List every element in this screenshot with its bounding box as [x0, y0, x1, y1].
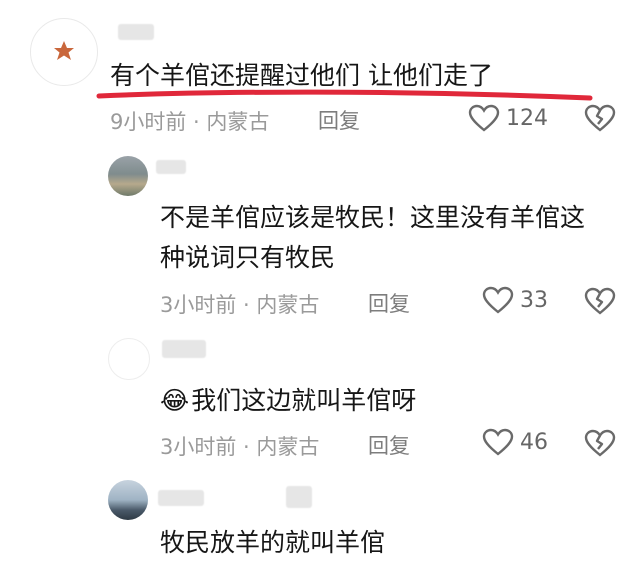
heart-outline-icon — [482, 286, 514, 314]
like-button[interactable]: 124 — [468, 104, 548, 132]
username-blurred — [286, 486, 312, 508]
broken-heart-icon[interactable] — [584, 287, 616, 315]
username-blurred — [156, 160, 186, 174]
broken-heart-icon[interactable] — [584, 104, 616, 132]
reply-button[interactable]: 回复 — [368, 430, 410, 460]
reply-button[interactable]: 回复 — [368, 288, 410, 318]
comment-text: 我们这边就叫羊倌呀 — [191, 386, 417, 415]
username-blurred — [118, 24, 154, 40]
like-count: 46 — [520, 429, 548, 455]
like-button[interactable]: 46 — [482, 428, 548, 456]
avatar[interactable] — [108, 480, 148, 520]
comment-meta: 9小时前 · 内蒙古 — [110, 110, 270, 134]
like-button[interactable]: 33 — [482, 286, 548, 314]
avatar[interactable] — [108, 156, 148, 196]
comment-line: 😂 我们这边就叫羊倌呀 — [160, 383, 416, 419]
heart-outline-icon — [482, 428, 514, 456]
comment-text: 牧民放羊的就叫羊倌 — [160, 528, 386, 557]
laughing-emoji-icon: 😂 — [160, 386, 190, 415]
broken-heart-icon[interactable] — [584, 429, 616, 457]
username-blurred — [158, 490, 204, 506]
comment-meta: 3小时前 · 内蒙古 — [160, 293, 320, 317]
reply-button[interactable]: 回复 — [318, 105, 360, 135]
star-avatar-icon — [54, 41, 74, 60]
like-count: 124 — [506, 105, 548, 131]
heart-outline-icon — [468, 104, 500, 132]
avatar[interactable] — [108, 338, 150, 380]
username-blurred — [162, 340, 206, 358]
avatar[interactable] — [30, 18, 98, 86]
comment-text: 种说词只有牧民 — [160, 243, 336, 272]
comment-text: 不是羊倌应该是牧民！这里没有羊倌这 — [160, 203, 586, 232]
comment-meta: 3小时前 · 内蒙古 — [160, 435, 320, 459]
like-count: 33 — [520, 287, 548, 313]
